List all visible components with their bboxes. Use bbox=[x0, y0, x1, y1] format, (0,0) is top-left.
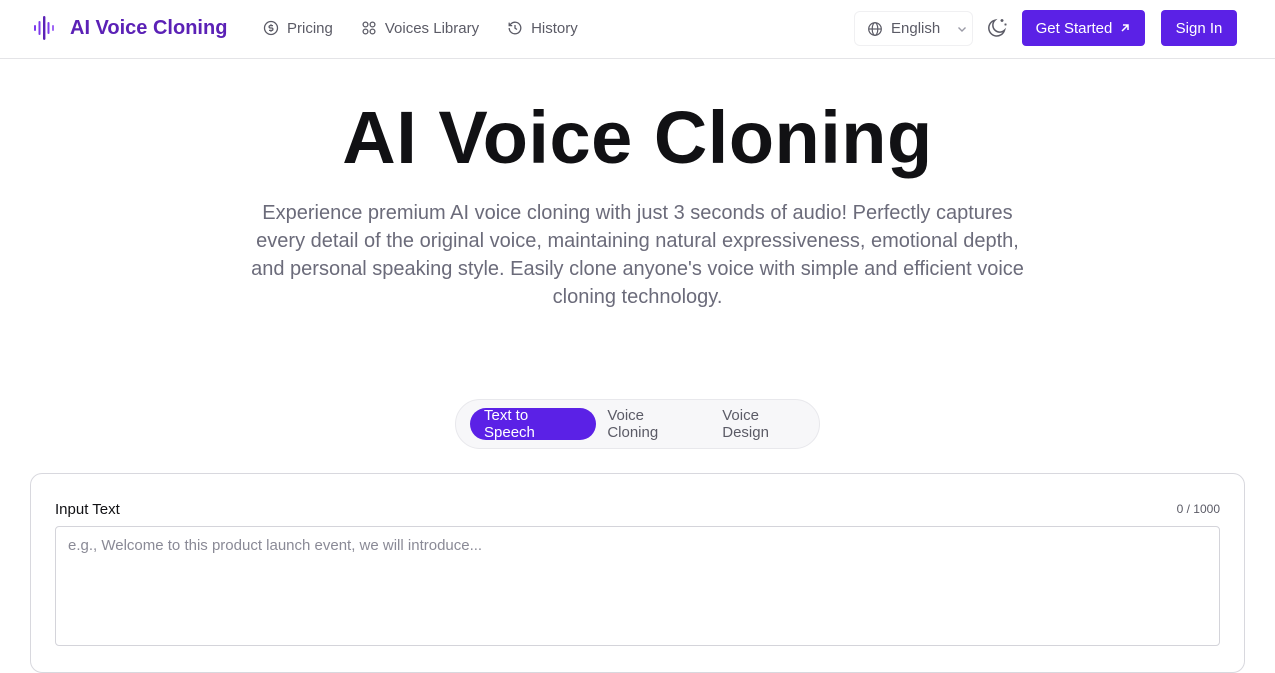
dollar-circle-icon bbox=[263, 20, 279, 36]
arrow-up-right-icon bbox=[1121, 24, 1130, 32]
main-nav: Pricing Voices Library History bbox=[263, 18, 606, 38]
input-text-label: Input Text bbox=[55, 501, 120, 518]
brand-link[interactable]: AI Voice Cloning bbox=[33, 14, 227, 42]
language-selected: English bbox=[891, 20, 941, 37]
chevron-down-icon bbox=[958, 26, 967, 32]
hero-title: AI Voice Cloning bbox=[342, 96, 933, 179]
tab-text-to-speech[interactable]: Text to Speech bbox=[470, 407, 597, 441]
brand-name: AI Voice Cloning bbox=[70, 16, 228, 39]
get-started-button[interactable]: Get Started bbox=[1022, 10, 1145, 46]
nav-pricing-label: Pricing bbox=[287, 19, 333, 37]
nav-voices-library-label: Voices Library bbox=[384, 19, 480, 37]
tab-voice-design[interactable]: Voice Design bbox=[708, 407, 823, 441]
sign-in-label: Sign In bbox=[1175, 19, 1223, 37]
tab-voice-cloning[interactable]: Voice Cloning bbox=[593, 407, 712, 441]
input-text-field[interactable] bbox=[55, 526, 1220, 646]
top-navbar: AI Voice Cloning Pricing Voices Library … bbox=[0, 0, 1275, 59]
nav-pricing[interactable]: Pricing bbox=[263, 20, 333, 37]
get-started-label: Get Started bbox=[1035, 19, 1113, 37]
sign-in-button[interactable]: Sign In bbox=[1161, 10, 1237, 46]
history-icon bbox=[508, 21, 522, 35]
mode-tabs: Text to Speech Voice Cloning Voice Desig… bbox=[455, 399, 820, 449]
language-select[interactable]: English bbox=[854, 11, 973, 46]
globe-icon bbox=[868, 21, 882, 36]
nav-history[interactable]: History bbox=[507, 20, 578, 37]
hero-subtitle: Experience premium AI voice cloning with… bbox=[251, 202, 1024, 308]
nav-voices-library[interactable]: Voices Library bbox=[361, 20, 479, 37]
character-count: 0 / 1000 bbox=[1176, 502, 1220, 516]
tts-card: Input Text 0 / 1000 bbox=[30, 473, 1245, 673]
nav-history-label: History bbox=[531, 19, 578, 37]
grid-circles-icon bbox=[362, 21, 376, 35]
audio-waveform-icon bbox=[34, 16, 54, 40]
moon-stars-icon[interactable] bbox=[985, 16, 1009, 40]
